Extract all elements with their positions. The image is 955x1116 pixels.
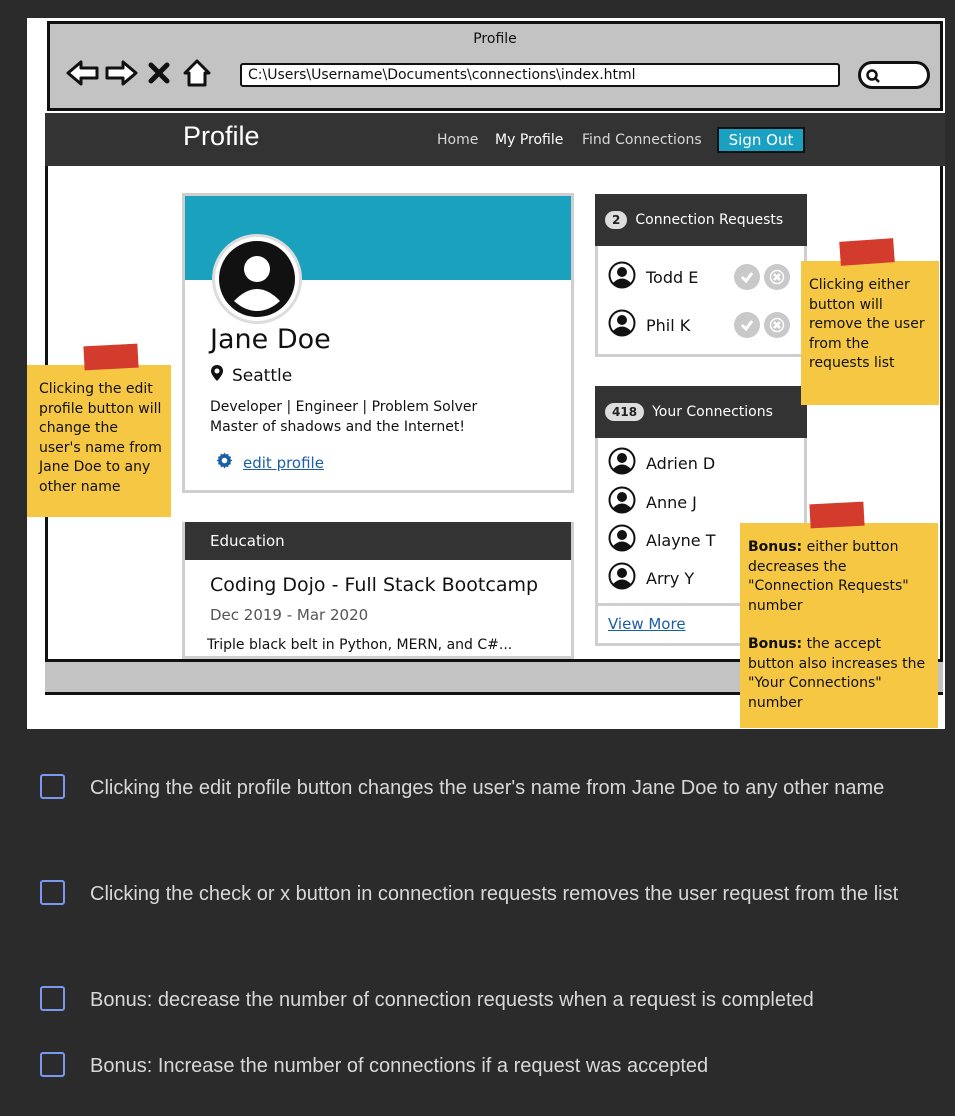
nav-link-my-profile[interactable]: My Profile xyxy=(495,132,563,148)
task-item: Bonus: Increase the number of connection… xyxy=(40,1046,940,1086)
address-bar[interactable]: C:\Users\Username\Documents\connections\… xyxy=(240,63,840,87)
task-checkbox[interactable] xyxy=(40,880,65,905)
browser-search-box[interactable] xyxy=(858,61,930,89)
task-checkbox[interactable] xyxy=(40,986,65,1011)
requests-count-badge: 2 xyxy=(605,211,628,229)
site-navbar: Profile Home My Profile Find Connections… xyxy=(45,113,945,166)
browser-chrome: Profile C:\Users\Username\Documents\conn… xyxy=(47,21,943,111)
connections-title: Your Connections xyxy=(652,404,773,420)
tape-decoration xyxy=(83,343,139,371)
profile-bio-line1: Developer | Engineer | Problem Solver xyxy=(210,399,478,415)
edit-profile-label: edit profile xyxy=(243,453,324,472)
request-actions xyxy=(734,312,790,338)
connection-row: Adrien D xyxy=(608,446,715,480)
home-icon[interactable] xyxy=(180,57,214,89)
task-text: Clicking the edit profile button changes… xyxy=(90,777,885,799)
location-text: Seattle xyxy=(232,365,293,386)
task-text: Bonus: decrease the number of connection… xyxy=(90,989,814,1011)
note-text: Clicking either button will remove the u… xyxy=(809,277,925,371)
education-title: Coding Dojo - Full Stack Bootcamp xyxy=(210,574,539,596)
task-checkbox[interactable] xyxy=(40,1052,65,1077)
connections-header: 418 Your Connections xyxy=(595,386,807,438)
connection-name: Arry Y xyxy=(646,568,695,588)
tape-decoration xyxy=(839,238,895,266)
connection-name: Adrien D xyxy=(646,453,716,473)
note-text: Clicking the edit profile button will ch… xyxy=(39,381,162,495)
decline-x-icon[interactable] xyxy=(764,264,790,290)
note-bonus-label: Bonus: xyxy=(748,539,803,555)
request-row: Todd E xyxy=(608,260,798,294)
education-card: Education Coding Dojo - Full Stack Bootc… xyxy=(182,522,574,659)
task-item: Bonus: decrease the number of connection… xyxy=(40,980,940,1020)
profile-card: Jane Doe Seattle Developer | Engineer | … xyxy=(182,193,574,493)
task-item: Clicking the check or x button in connec… xyxy=(40,874,940,954)
connection-name: Alayne T xyxy=(646,530,716,550)
tape-decoration xyxy=(809,501,865,529)
connection-row: Alayne T xyxy=(608,523,716,557)
request-name: Todd E xyxy=(646,267,699,287)
user-avatar-icon xyxy=(608,562,636,594)
user-avatar-icon xyxy=(608,447,636,479)
close-x-icon[interactable] xyxy=(142,57,176,89)
note-bonus-2: Bonus: the accept button also increases … xyxy=(748,635,930,713)
window-title: Profile xyxy=(473,31,517,47)
accept-check-icon[interactable] xyxy=(734,264,760,290)
sticky-note-bonus: Bonus: either button decreases the "Conn… xyxy=(740,501,938,728)
task-text: Bonus: Increase the number of connection… xyxy=(90,1055,709,1077)
accept-check-icon[interactable] xyxy=(734,312,760,338)
task-item: Clicking the edit profile button changes… xyxy=(40,768,940,848)
sticky-note-edit-profile: Clicking the edit profile button will ch… xyxy=(27,343,171,517)
nav-link-home[interactable]: Home xyxy=(437,132,478,148)
map-pin-icon xyxy=(210,364,224,387)
requests-title: Connection Requests xyxy=(635,212,784,228)
sticky-note-requests: Clicking either button will remove the u… xyxy=(801,238,939,405)
connection-row: Anne J xyxy=(608,485,697,519)
user-avatar-icon xyxy=(608,524,636,556)
sign-out-button[interactable]: Sign Out xyxy=(717,127,805,153)
profile-name: Jane Doe xyxy=(210,324,331,355)
nav-link-find-connections[interactable]: Find Connections xyxy=(582,132,702,148)
wireframe-image: Profile C:\Users\Username\Documents\conn… xyxy=(27,18,945,729)
request-row: Phil K xyxy=(608,308,798,342)
education-header: Education xyxy=(185,522,571,560)
decline-x-icon[interactable] xyxy=(764,312,790,338)
education-description: Triple black belt in Python, MERN, and C… xyxy=(207,637,513,653)
connections-count-badge: 418 xyxy=(605,403,645,421)
requests-header: 2 Connection Requests xyxy=(595,194,807,246)
education-dates: Dec 2019 - Mar 2020 xyxy=(210,606,369,624)
user-avatar-icon xyxy=(608,486,636,518)
profile-location: Seattle xyxy=(210,364,292,387)
view-more-link[interactable]: View More xyxy=(608,615,686,633)
gear-icon xyxy=(216,452,233,473)
note-bonus-label: Bonus: xyxy=(748,636,803,652)
site-brand: Profile xyxy=(183,121,260,151)
request-actions xyxy=(734,264,790,290)
task-checkbox[interactable] xyxy=(40,774,65,799)
connection-requests-card: 2 Connection Requests Todd E Phil K xyxy=(595,194,807,357)
profile-avatar xyxy=(212,234,302,324)
connection-name: Anne J xyxy=(646,492,697,512)
user-avatar-icon xyxy=(608,309,636,341)
profile-bio-line2: Master of shadows and the Internet! xyxy=(210,419,466,435)
browser-nav-icons xyxy=(66,57,214,89)
user-avatar-icon xyxy=(608,261,636,293)
back-arrow-icon[interactable] xyxy=(66,57,100,89)
request-name: Phil K xyxy=(646,315,691,335)
edit-profile-link[interactable]: edit profile xyxy=(216,452,324,473)
task-text: Clicking the check or x button in connec… xyxy=(90,883,899,905)
note-bonus-1: Bonus: either button decreases the "Conn… xyxy=(748,538,930,616)
connection-row: Arry Y xyxy=(608,561,694,595)
frame-border-right xyxy=(940,166,943,694)
forward-arrow-icon[interactable] xyxy=(104,57,138,89)
